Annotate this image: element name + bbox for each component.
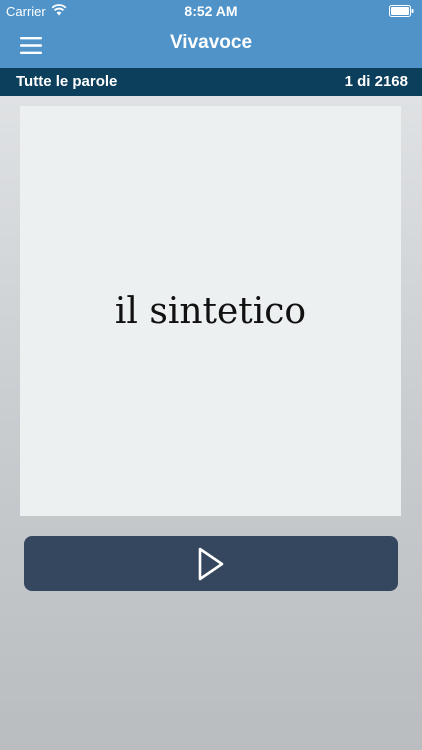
flashcard-word: il sintetico: [114, 290, 307, 332]
page-title: Vivavoce: [169, 32, 253, 53]
app-header: Carrier 8:52 AM Vivavoce: [0, 0, 422, 68]
play-button[interactable]: [24, 536, 398, 591]
word-counter: 1 di 2168: [344, 73, 408, 90]
status-time: 8:52 AM: [184, 3, 238, 19]
flashcard[interactable]: il sintetico: [20, 106, 401, 516]
status-bar: Carrier 8:52 AM: [0, 0, 422, 22]
play-icon: [198, 547, 224, 580]
battery-icon: [389, 5, 414, 17]
nav-bar: Vivavoce: [0, 22, 422, 68]
category-bar: Tutte le parole 1 di 2168: [0, 68, 422, 96]
category-label: Tutte le parole: [16, 73, 118, 90]
